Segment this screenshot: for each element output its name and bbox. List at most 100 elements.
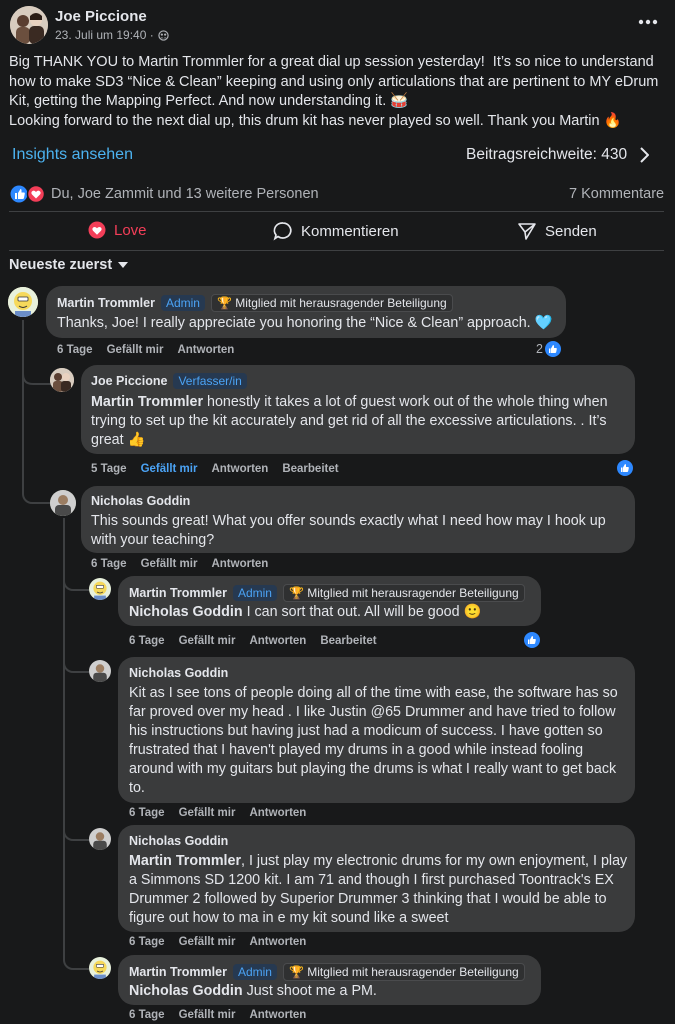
top-contributor-badge[interactable]: 🏆 Mitglied mit herausragender Beteiligun…	[282, 584, 525, 602]
insights-link[interactable]: Insights ansehen	[12, 146, 133, 164]
comment-like-button[interactable]: Gefällt mir	[179, 807, 236, 819]
comment-like-button[interactable]: Gefällt mir	[141, 463, 198, 475]
like-badge-icon	[544, 341, 561, 357]
thread-curve-nested-1	[63, 575, 89, 591]
comment-author[interactable]: Nicholas Goddin	[129, 834, 228, 848]
comment-age[interactable]: 6 Tage	[129, 936, 165, 948]
comment-meta: 6 Tage Gefällt mir Antworten	[129, 807, 306, 819]
comment-mention[interactable]: Nicholas Goddin	[129, 604, 243, 620]
comment-age[interactable]: 6 Tage	[57, 344, 93, 356]
comment-header: Martin Trommler Admin 🏆 Mitglied mit her…	[129, 584, 525, 602]
comment-mention[interactable]: Martin Trommler	[129, 853, 241, 869]
post-body-text: Big THANK YOU to Martin Trommler for a g…	[9, 54, 659, 129]
comment-body: I can sort that out. All will be good 🙂	[242, 604, 482, 620]
comment-author[interactable]: Martin Trommler	[57, 296, 155, 310]
comment-avatar[interactable]	[50, 490, 76, 516]
comment-like-button[interactable]: Gefällt mir	[141, 558, 198, 570]
avatar-photo-icon	[89, 660, 111, 682]
comment-header: Joe Piccione Verfasser/in	[91, 373, 247, 389]
comment-like-button[interactable]: Gefällt mir	[107, 344, 164, 356]
comment-like-button[interactable]: Gefällt mir	[179, 936, 236, 948]
comment-text: This sounds great! What you offer sounds…	[91, 513, 606, 548]
comment-author[interactable]: Nicholas Goddin	[129, 666, 228, 680]
comment-age[interactable]: 6 Tage	[129, 635, 165, 647]
comment-age[interactable]: 5 Tage	[91, 463, 127, 475]
admin-badge: Admin	[160, 295, 205, 311]
comment-button-label: Kommentieren	[301, 222, 399, 240]
comment-reply-button[interactable]: Antworten	[249, 936, 306, 948]
comment-meta: 6 Tage Gefällt mir Antworten	[57, 344, 234, 356]
comment-reply-button[interactable]: Antworten	[211, 463, 268, 475]
comment-avatar[interactable]	[89, 660, 111, 682]
comment-reply-button[interactable]: Antworten	[249, 1009, 306, 1021]
like-badge-icon[interactable]	[615, 458, 635, 478]
like-badge-icon[interactable]	[522, 630, 542, 650]
send-arrow-icon	[518, 223, 536, 240]
love-button-label: Love	[114, 221, 147, 239]
divider-bottom	[9, 250, 664, 251]
love-button[interactable]: Love	[88, 221, 147, 239]
author-badge: Verfasser/in	[173, 373, 247, 389]
top-contributor-badge[interactable]: 🏆 Mitglied mit herausragender Beteiligun…	[210, 294, 453, 312]
comment-like-button[interactable]: Gefällt mir	[179, 1009, 236, 1021]
comment-body: Just shoot me a PM.	[242, 983, 377, 999]
comment-author[interactable]: Martin Trommler	[129, 586, 227, 600]
send-button[interactable]: Senden	[517, 221, 597, 241]
avatar-photo-icon	[10, 6, 48, 44]
comment-mention[interactable]: Nicholas Goddin	[129, 983, 243, 999]
divider-top	[9, 211, 664, 212]
comment-text: Thanks, Joe! I really appreciate you hon…	[57, 315, 553, 331]
comment-reply-button[interactable]: Antworten	[249, 635, 306, 647]
comment-edited-label[interactable]: Bearbeitet	[320, 635, 376, 647]
comment-text: Nicholas Goddin I can sort that out. All…	[129, 603, 534, 622]
post-author-name[interactable]: Joe Piccione	[55, 8, 147, 25]
avatar-photo-icon	[50, 490, 76, 516]
post-timestamp[interactable]: 23. Juli um 19:40 ·	[55, 28, 169, 42]
comment-avatar[interactable]	[50, 368, 74, 392]
more-options-button[interactable]	[636, 12, 660, 32]
comment-meta: 6 Tage Gefällt mir Antworten	[91, 558, 268, 570]
comment-author[interactable]: Nicholas Goddin	[91, 494, 190, 508]
post-author-avatar[interactable]	[10, 6, 48, 44]
comment-reply-button[interactable]: Antworten	[177, 344, 234, 356]
avatar-cartoon-icon	[8, 287, 38, 317]
comment-like-button[interactable]: Gefällt mir	[179, 635, 236, 647]
comment-reaction-count[interactable]: 2	[536, 341, 561, 357]
avatar-cartoon-icon	[89, 578, 111, 600]
chevron-right-icon	[640, 147, 650, 163]
reaction-count-text: 2	[536, 342, 543, 356]
post-reach[interactable]: Beitragsreichweite: 430	[466, 146, 650, 164]
comment-age[interactable]: 6 Tage	[129, 807, 165, 819]
comment-age[interactable]: 6 Tage	[91, 558, 127, 570]
thread-curve-nested-4	[63, 950, 89, 970]
comment-avatar[interactable]	[89, 828, 111, 850]
post-time-text: 23. Juli um 19:40 ·	[55, 28, 154, 42]
comment-bubble-icon	[273, 222, 292, 241]
thread-curve-reply-2	[22, 486, 52, 504]
thread-line-main	[22, 320, 24, 490]
comment-meta: 6 Tage Gefällt mir Antworten Bearbeitet	[129, 635, 377, 647]
comment-reply-button[interactable]: Antworten	[211, 558, 268, 570]
sort-dropdown[interactable]: Neueste zuerst	[9, 257, 129, 273]
post-reach-text: Beitragsreichweite: 430	[466, 146, 628, 163]
comment-edited-label[interactable]: Bearbeitet	[282, 463, 338, 475]
comment-avatar[interactable]	[89, 957, 111, 979]
reactions-summary[interactable]: Du, Joe Zammit und 13 weitere Personen	[10, 185, 319, 203]
comment-author[interactable]: Joe Piccione	[91, 374, 167, 388]
more-dots-icon	[638, 19, 658, 25]
comment-avatar[interactable]	[8, 287, 38, 317]
comment-text: Kit as I see tons of people doing all of…	[129, 685, 618, 796]
top-contributor-badge[interactable]: 🏆 Mitglied mit herausragender Beteiligun…	[282, 963, 525, 981]
comment-reply-button[interactable]: Antworten	[249, 807, 306, 819]
comment-age[interactable]: 6 Tage	[129, 1009, 165, 1021]
send-button-label: Senden	[545, 222, 597, 240]
caret-down-icon	[118, 262, 129, 268]
comment-header: Martin Trommler Admin 🏆 Mitglied mit her…	[129, 963, 525, 981]
comment-author[interactable]: Martin Trommler	[129, 965, 227, 979]
comments-count[interactable]: 7 Kommentare	[569, 186, 664, 202]
comment-button[interactable]: Kommentieren	[273, 221, 399, 241]
love-reaction-icon	[88, 221, 106, 239]
comment-mention[interactable]: Martin Trommler	[91, 394, 203, 410]
comment-avatar[interactable]	[89, 578, 111, 600]
avatar-photo-icon	[50, 368, 74, 392]
